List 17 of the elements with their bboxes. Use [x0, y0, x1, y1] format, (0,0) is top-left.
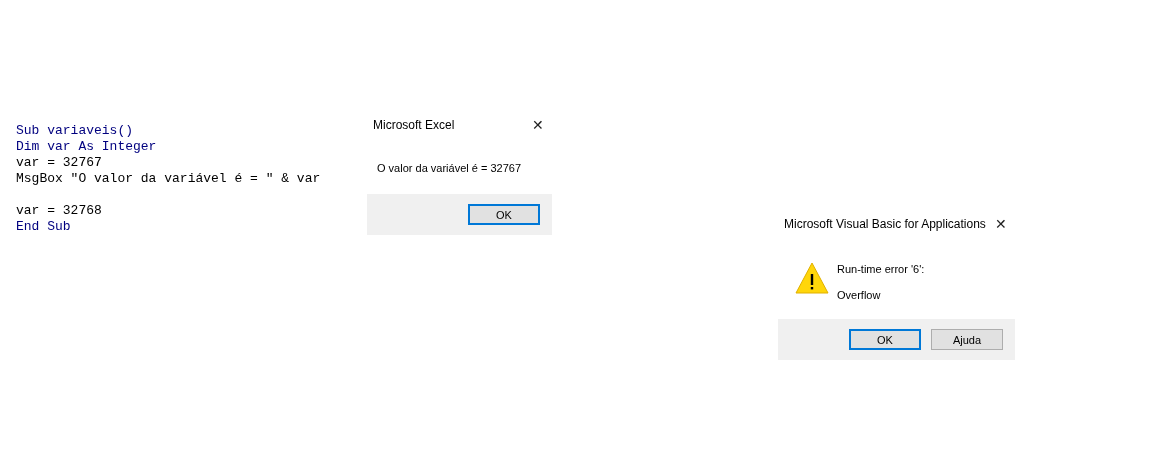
dialog-button[interactable]: Ajuda: [931, 329, 1003, 350]
dialog-message: Overflow: [837, 289, 882, 301]
dialog-button[interactable]: OK: [468, 204, 540, 225]
code-line: End Sub: [16, 219, 71, 235]
close-button[interactable]: ✕: [532, 117, 544, 133]
code-line: Sub variaveis(): [16, 123, 134, 139]
warning-icon: [795, 261, 829, 295]
dialog-title: Microsoft Visual Basic for Applications: [784, 217, 986, 231]
code-line: var = 32767: [16, 155, 102, 171]
code-line: Dim var As Integer: [16, 139, 157, 155]
code-line: var = 32768: [16, 203, 102, 219]
dialog-message: O valor da variável é = 32767: [377, 162, 522, 174]
dialog-button[interactable]: OK: [849, 329, 921, 350]
close-button[interactable]: ✕: [995, 216, 1007, 232]
code-line: MsgBox "O valor da variável é = " & var: [16, 171, 321, 187]
dialog-message: Run-time error '6':: [837, 263, 925, 275]
dialog-title: Microsoft Excel: [373, 118, 455, 132]
